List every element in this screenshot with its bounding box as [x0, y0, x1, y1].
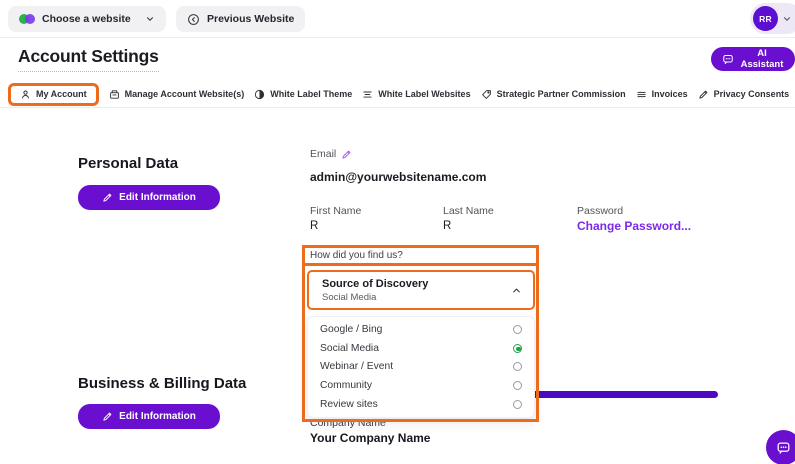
account-settings-page: Choose a website Previous Website RR Acc… [0, 0, 795, 464]
tab-manage-account-websites[interactable]: Manage Account Website(s) [109, 89, 245, 100]
company-name-value: Your Company Name [310, 431, 430, 445]
change-password-link[interactable]: Change Password... [577, 219, 691, 233]
business-billing-heading: Business & Billing Data [78, 375, 246, 392]
select-current-value: Social Media [322, 292, 428, 303]
option-community[interactable]: Community [308, 380, 534, 391]
radio-icon[interactable] [513, 325, 522, 334]
option-label: Review sites [320, 399, 378, 410]
password-label: Password [577, 205, 623, 217]
option-label: Google / Bing [320, 324, 382, 335]
divider [0, 107, 795, 108]
contrast-icon [254, 89, 265, 100]
tab-label: Privacy Consents [714, 89, 790, 99]
tab-label: White Label Theme [270, 89, 352, 99]
site-logo-icon [19, 13, 35, 25]
chat-icon [776, 440, 791, 455]
pencil-icon [102, 192, 113, 203]
settings-tab-bar: My Account Manage Account Website(s) Whi… [8, 82, 789, 106]
select-title: Source of Discovery [322, 278, 428, 290]
option-social-media[interactable]: Social Media [308, 343, 534, 354]
first-name-value: R [310, 220, 318, 232]
tab-label: Manage Account Website(s) [125, 89, 245, 99]
option-label: Social Media [320, 343, 379, 354]
previous-website-label: Previous Website [207, 13, 294, 25]
tab-white-label-websites[interactable]: White Label Websites [362, 89, 470, 100]
annotation-underline [302, 263, 539, 266]
tab-strategic-partner-commission[interactable]: Strategic Partner Commission [481, 89, 626, 100]
personal-edit-information-button[interactable]: Edit Information [78, 185, 220, 210]
discovery-options-panel: Google / Bing Social Media Webinar / Eve… [307, 316, 535, 418]
page-title: Account Settings [18, 46, 159, 72]
radio-icon[interactable] [513, 381, 522, 390]
top-bar: Choose a website Previous Website RR [0, 0, 795, 38]
archive-icon [109, 89, 120, 100]
option-google-bing[interactable]: Google / Bing [308, 324, 534, 335]
chevron-down-icon [145, 14, 155, 24]
account-menu[interactable]: RR [750, 3, 795, 34]
layers-icon [636, 89, 647, 100]
business-edit-information-button[interactable]: Edit Information [78, 404, 220, 429]
source-of-discovery-select[interactable]: Source of Discovery Social Media [307, 270, 535, 310]
last-name-value: R [443, 220, 451, 232]
company-name-label: Company Name [310, 417, 386, 429]
arrow-left-circle-icon [187, 13, 200, 26]
radio-icon[interactable] [513, 362, 522, 371]
option-review-sites[interactable]: Review sites [308, 399, 534, 410]
chevron-up-icon [511, 285, 522, 296]
edit-email-pencil-icon[interactable] [341, 149, 352, 160]
tab-invoices[interactable]: Invoices [636, 89, 688, 100]
ai-assistant-label: AI Assistant [740, 48, 784, 70]
radio-icon[interactable] [513, 400, 522, 409]
chat-widget-button[interactable] [766, 430, 795, 464]
tab-label: My Account [36, 89, 87, 99]
option-webinar-event[interactable]: Webinar / Event [308, 361, 534, 372]
choose-website-dropdown[interactable]: Choose a website [8, 6, 166, 32]
person-icon [20, 89, 31, 100]
lines-icon [362, 89, 373, 100]
select-texts: Source of Discovery Social Media [309, 278, 428, 303]
purple-progress-bar [531, 391, 718, 398]
tab-privacy-consents[interactable]: Privacy Consents [698, 89, 790, 100]
email-value: admin@yourwebsitename.com [310, 170, 486, 184]
pencil-icon [698, 89, 709, 100]
email-label: Email [310, 148, 352, 160]
previous-website-button[interactable]: Previous Website [176, 6, 305, 32]
radio-icon[interactable] [513, 344, 522, 353]
chevron-down-icon [782, 14, 792, 24]
option-label: Webinar / Event [320, 361, 393, 372]
tab-label: White Label Websites [378, 89, 470, 99]
pencil-icon [102, 411, 113, 422]
edit-information-label: Edit Information [119, 411, 196, 422]
choose-website-label: Choose a website [42, 13, 131, 25]
chat-icon [722, 53, 734, 65]
edit-information-label: Edit Information [119, 192, 196, 203]
tab-label: Strategic Partner Commission [497, 89, 626, 99]
option-label: Community [320, 380, 372, 391]
personal-data-heading: Personal Data [78, 155, 178, 172]
tab-white-label-theme[interactable]: White Label Theme [254, 89, 352, 100]
last-name-label: Last Name [443, 205, 494, 217]
ai-assistant-button[interactable]: AI Assistant [711, 47, 795, 71]
first-name-label: First Name [310, 205, 361, 217]
avatar: RR [753, 6, 778, 31]
how-did-you-find-us-label: How did you find us? [310, 250, 403, 261]
tab-label: Invoices [652, 89, 688, 99]
tab-my-account[interactable]: My Account [8, 83, 99, 106]
tag-icon [481, 89, 492, 100]
